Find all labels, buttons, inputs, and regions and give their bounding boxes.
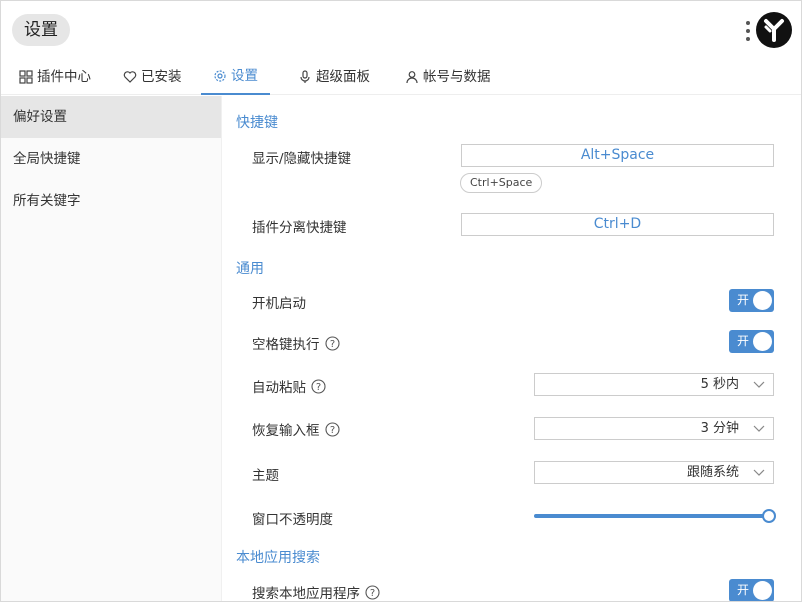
toggle-state: 开 [737,334,750,348]
theme-label: 主题 [252,468,279,484]
select-value: 5 秒内 [700,377,739,392]
opacity-slider-track[interactable] [534,514,768,518]
svg-text:?: ? [316,382,321,393]
tab-settings[interactable]: 设置 [201,59,270,95]
detach-shortcut-input[interactable]: Ctrl+D [461,213,774,236]
select-value: 3 分钟 [700,421,739,436]
tab-super-panel[interactable]: 超级面板 [298,59,370,95]
detach-shortcut-label: 插件分离快捷键 [252,220,347,236]
svg-text:?: ? [370,588,375,599]
tab-label: 帐号与数据 [423,68,491,85]
gear-icon [214,70,226,82]
autostart-toggle[interactable]: 开 [729,289,774,312]
opacity-slider-thumb[interactable] [762,509,776,523]
tab-label: 插件中心 [37,68,91,85]
tab-label: 已安装 [141,68,182,85]
sidebar-item-all-keywords[interactable]: 所有关键字 [1,180,221,222]
chevron-down-icon [753,425,765,432]
section-title-shortcuts: 快捷键 [236,115,278,131]
sidebar-item-global-shortcuts[interactable]: 全局快捷键 [1,138,221,180]
toggle-knob [753,581,772,600]
theme-select[interactable]: 跟随系统 [534,461,774,484]
app-logo [756,12,792,48]
opacity-label: 窗口不透明度 [252,512,333,528]
toggle-state: 开 [737,583,750,597]
svg-text:?: ? [329,425,334,436]
chevron-down-icon [753,381,765,388]
tab-label: 设置 [231,67,258,84]
more-options-icon[interactable] [742,19,754,43]
local-app-search-toggle[interactable]: 开 [729,579,774,601]
header: 设置 [1,1,801,59]
settings-panel: 快捷键 显示/隐藏快捷键 Alt+Space Ctrl+Space 插件分离快捷… [222,96,801,601]
space-exec-toggle[interactable]: 开 [729,330,774,353]
help-icon[interactable]: ? [324,421,340,437]
space-exec-label: 空格键执行 ? [252,333,340,353]
select-value: 跟随系统 [686,465,739,480]
section-title-general: 通用 [236,261,264,277]
autopaste-select[interactable]: 5 秒内 [534,373,774,396]
autostart-label: 开机启动 [252,296,306,312]
toggle-knob [753,332,772,351]
tab-label: 超级面板 [316,68,370,85]
help-icon[interactable]: ? [324,335,340,351]
tab-installed[interactable]: 已安装 [123,59,182,95]
tab-plugin-center[interactable]: 插件中心 [19,59,91,95]
page-title: 设置 [12,14,70,46]
local-app-search-label: 搜索本地应用程序 ? [252,582,380,601]
chevron-down-icon [753,469,765,476]
help-icon[interactable]: ? [311,378,326,394]
sidebar: 偏好设置 全局快捷键 所有关键字 [1,96,222,601]
help-icon[interactable]: ? [365,584,380,600]
sidebar-item-preferences[interactable]: 偏好设置 [1,96,221,138]
user-icon [406,71,418,84]
section-title-local-search: 本地应用搜索 [236,550,320,566]
toggle-state: 开 [737,293,750,307]
show-hide-shortcut-input[interactable]: Alt+Space [461,144,774,167]
restore-input-label: 恢复输入框 ? [252,419,340,439]
mic-icon [300,70,310,83]
heart-icon [123,71,137,83]
tab-bar: 插件中心 已安装 设置 超级面板 帐号与数据 [1,59,801,95]
autopaste-label: 自动粘贴 ? [252,376,326,396]
show-hide-shortcut-label: 显示/隐藏快捷键 [252,151,352,167]
svg-text:?: ? [329,339,334,350]
alt-shortcut-chip[interactable]: Ctrl+Space [460,173,543,193]
restore-input-select[interactable]: 3 分钟 [534,417,774,440]
toggle-knob [753,291,772,310]
tab-account-data[interactable]: 帐号与数据 [405,59,491,95]
grid-icon [19,70,33,84]
